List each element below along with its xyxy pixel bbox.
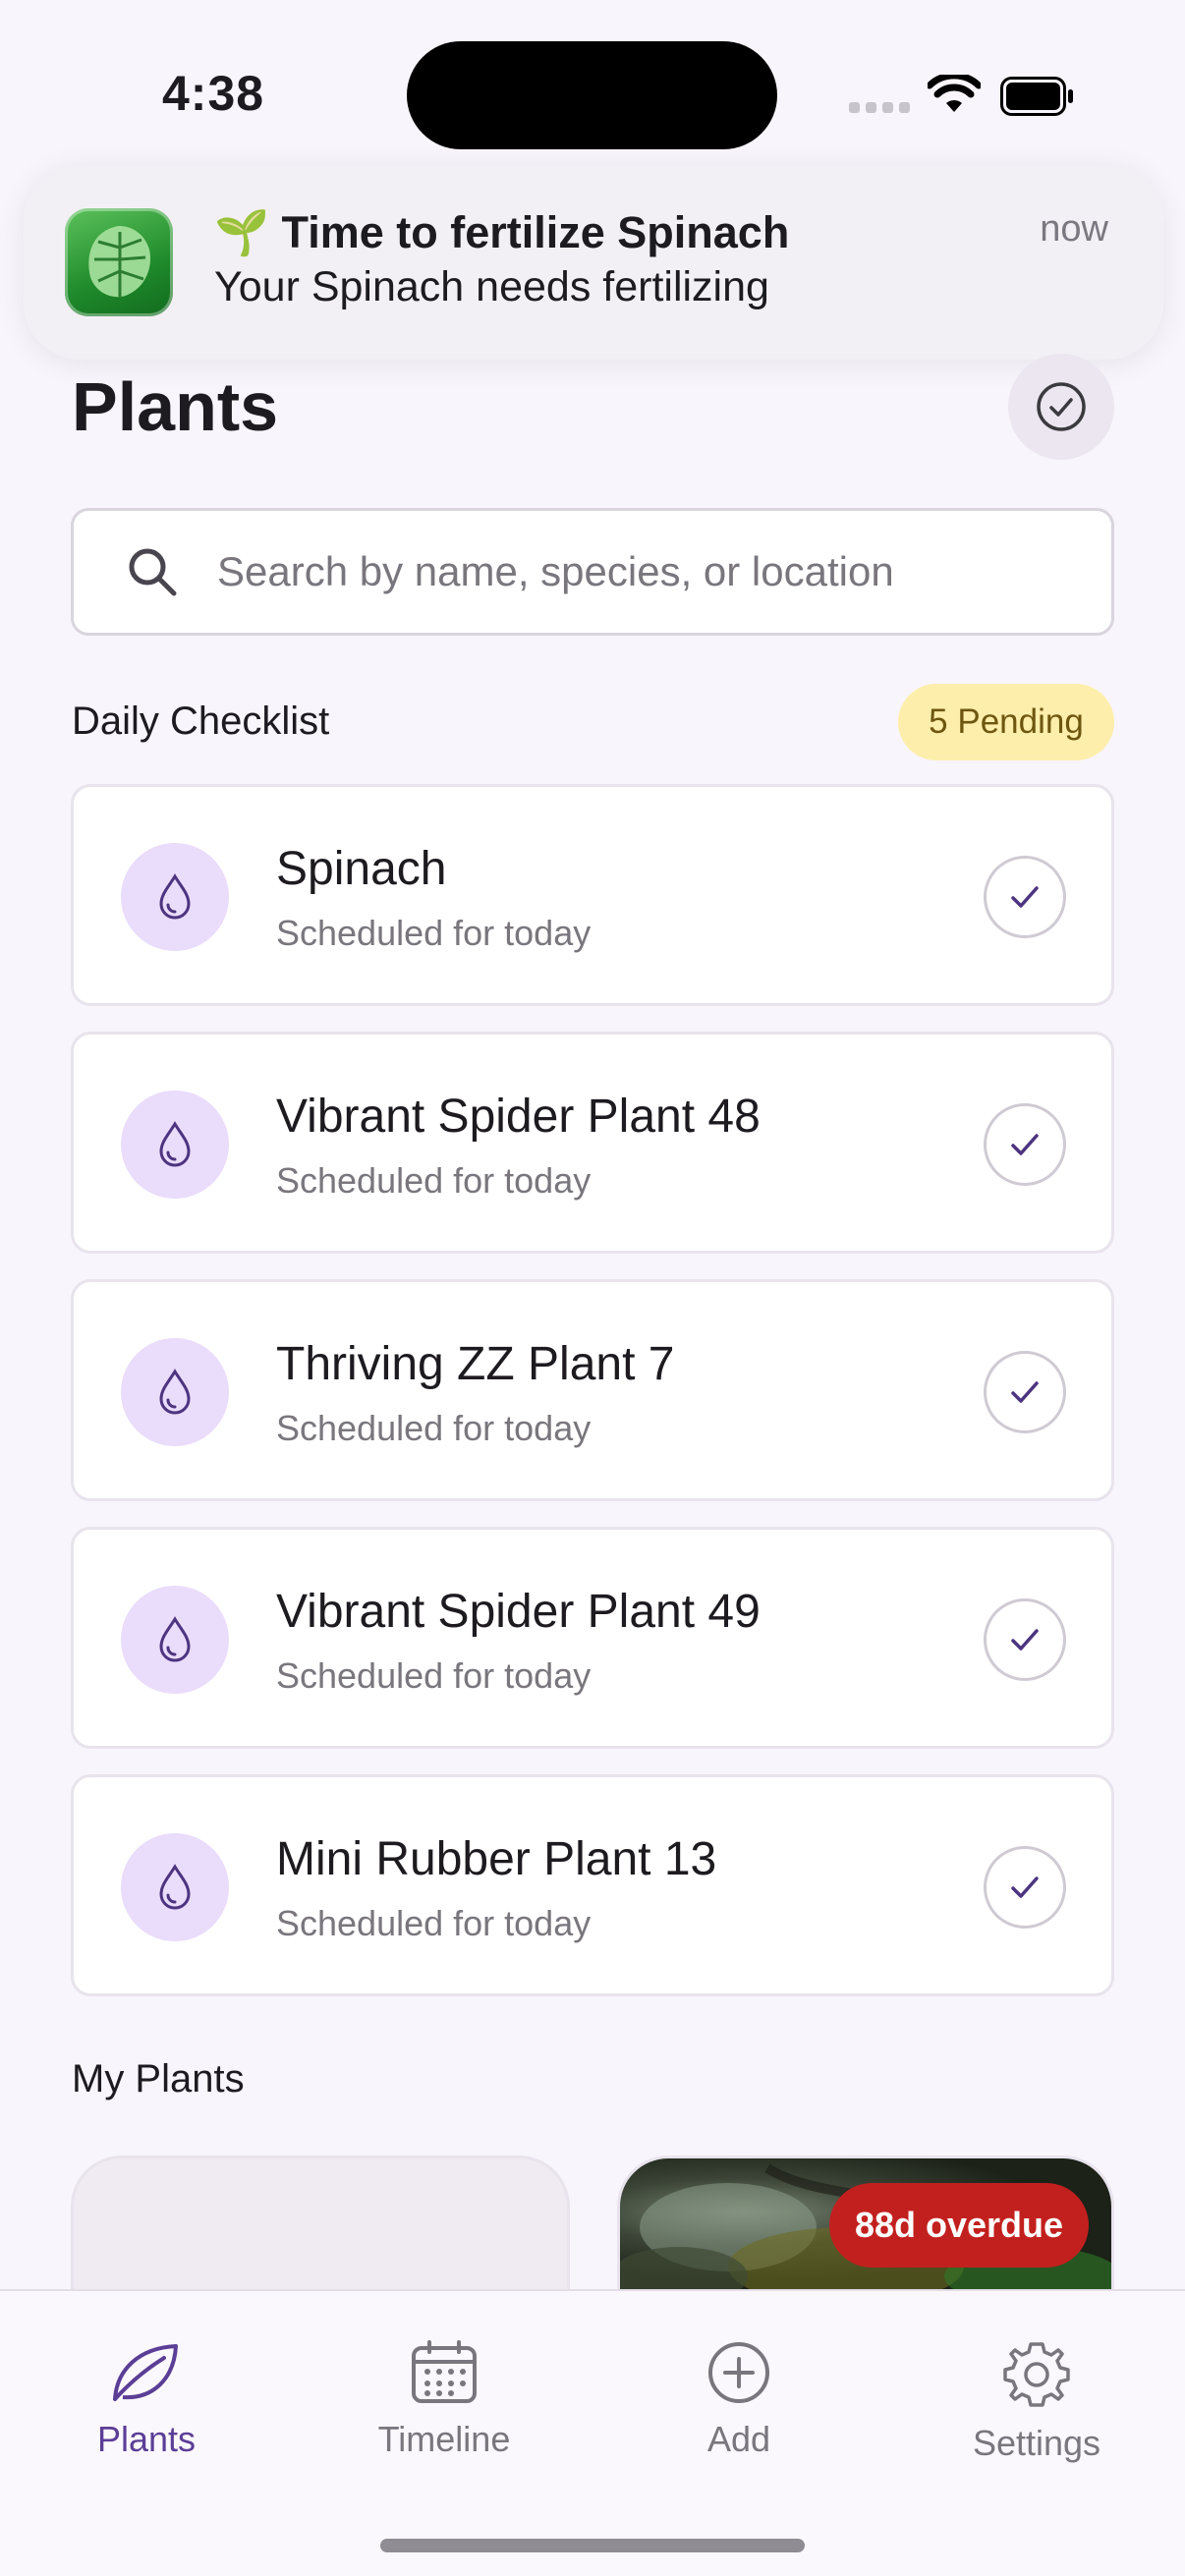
tab-timeline[interactable]: Timeline [346,2340,542,2460]
schedule-label: Scheduled for today [276,1160,592,1201]
plant-card[interactable] [71,2156,570,2293]
pending-badge: 5 Pending [898,684,1114,760]
notification-banner[interactable]: 🌱 Time to fertilize Spinach Your Spinach… [24,165,1163,360]
complete-button[interactable] [984,1846,1066,1929]
complete-button[interactable] [984,1103,1066,1186]
gear-icon [1003,2342,1070,2407]
water-drop-icon [121,843,229,951]
plant-name: Spinach [276,843,447,895]
checklist-item[interactable]: Mini Rubber Plant 13 Scheduled for today [71,1774,1114,1996]
checkmark-icon [1011,1876,1039,1898]
schedule-label: Scheduled for today [276,1655,592,1696]
tab-plants[interactable]: Plants [48,2340,245,2460]
checklist-title: Daily Checklist [72,700,330,743]
notification-time: now [1040,208,1108,250]
checkmark-icon [1011,886,1039,908]
checkmark-icon [1011,1629,1039,1651]
search-input[interactable] [217,548,1082,595]
complete-button[interactable] [984,1351,1066,1433]
page-title: Plants [72,368,279,445]
home-indicator[interactable] [380,2539,805,2552]
notification-body: Your Spinach needs fertilizing [214,263,769,310]
my-plants-title: My Plants [72,2057,245,2100]
plant-name: Mini Rubber Plant 13 [276,1833,717,1885]
tab-add[interactable]: Add [641,2340,837,2460]
checklist-item[interactable]: Thriving ZZ Plant 7 Scheduled for today [71,1279,1114,1501]
plant-name: Vibrant Spider Plant 49 [276,1586,761,1638]
cellular-signal-icon [849,102,910,113]
tab-bar: Plants Timeline Add Settings [0,2289,1185,2576]
leaf-icon [113,2344,178,2401]
plant-name: Thriving ZZ Plant 7 [276,1338,675,1390]
notification-title: 🌱 Time to fertilize Spinach [214,207,790,257]
plant-name: Vibrant Spider Plant 48 [276,1091,761,1143]
search-bar[interactable] [71,508,1114,636]
tab-label: Settings [972,2423,1101,2463]
check-circle-icon [1037,382,1086,431]
schedule-label: Scheduled for today [276,1408,592,1448]
water-drop-icon [121,1091,229,1199]
battery-icon [1000,77,1073,116]
water-drop-icon [121,1338,229,1446]
checklist-item[interactable]: Spinach Scheduled for today [71,784,1114,1006]
schedule-label: Scheduled for today [276,1903,592,1943]
plants-screen: 4:38 🌱 Time to fertilize Spinach Your Sp… [0,0,1185,2576]
complete-button[interactable] [984,856,1066,938]
checklist-item[interactable]: Vibrant Spider Plant 49 Scheduled for to… [71,1527,1114,1749]
status-time: 4:38 [162,66,265,121]
monstera-leaf-icon [65,208,173,316]
water-drop-icon [121,1833,229,1941]
tab-label: Timeline [377,2419,511,2459]
select-button[interactable] [1008,354,1114,460]
plus-circle-icon [708,2342,769,2403]
complete-button[interactable] [984,1598,1066,1681]
checklist-item[interactable]: Vibrant Spider Plant 48 Scheduled for to… [71,1032,1114,1254]
calendar-icon [412,2340,477,2403]
tab-label: Add [706,2419,771,2459]
search-icon [129,548,177,596]
wifi-icon [928,75,981,112]
tab-settings[interactable]: Settings [938,2340,1135,2464]
schedule-label: Scheduled for today [276,913,592,953]
water-drop-icon [121,1586,229,1694]
overdue-badge: 88d overdue [829,2183,1089,2268]
dynamic-island [407,41,777,149]
tab-label: Plants [96,2419,197,2459]
checkmark-icon [1011,1381,1039,1403]
checkmark-icon [1011,1134,1039,1155]
